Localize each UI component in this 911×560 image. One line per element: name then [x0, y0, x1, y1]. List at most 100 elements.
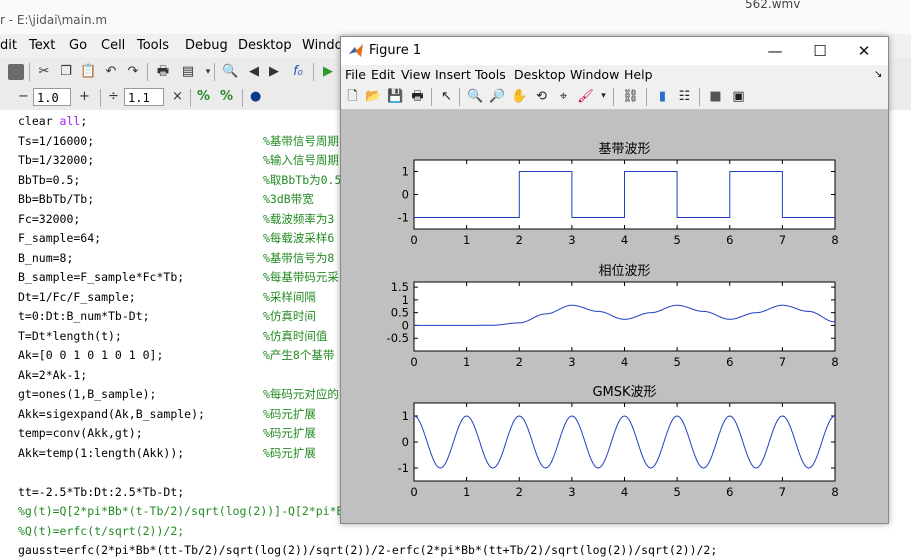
chart-title: GMSK波形 [592, 385, 656, 400]
colorbar-icon[interactable]: ▮ [654, 88, 671, 105]
code-line: gt=ones(1,B_sample); [18, 387, 157, 401]
fig-menu-desktop[interactable]: Desktop [514, 67, 566, 82]
function-icon[interactable]: f₀ [290, 64, 306, 80]
x-tick-label: 6 [726, 233, 733, 247]
edit-plot-arrow-icon[interactable]: ↖ [438, 88, 455, 105]
matlab-logo-icon [349, 44, 363, 57]
menu-text[interactable]: Text [29, 38, 55, 53]
editor-title: r - E:\jidai\main.m [0, 13, 108, 27]
taskbar-file-label[interactable]: 562.wmv [745, 0, 800, 11]
code-line: clear all; [18, 114, 88, 128]
menu-edit[interactable]: dit [0, 38, 17, 53]
x-tick-label: 4 [621, 485, 628, 499]
hide-plot-tools-icon[interactable]: ■ [707, 88, 724, 105]
x-tick-label: 4 [621, 233, 628, 247]
code-line: Ak=[0 0 1 0 1 0 1 0]; [18, 348, 164, 362]
run-icon[interactable]: ▶ [320, 64, 336, 80]
chart-title: 基带波形 [598, 142, 650, 157]
menu-go[interactable]: Go [69, 38, 87, 53]
forward-arrow-icon[interactable]: ▶ [266, 64, 282, 80]
menu-desktop[interactable]: Desktop [238, 38, 292, 53]
data-cursor-icon[interactable]: ⌖ [555, 88, 572, 105]
code-line: temp=conv(Akk,gt); [18, 426, 143, 440]
undo-icon[interactable]: ↶ [103, 64, 119, 80]
code-line: tt=-2.5*Tb:Dt:2.5*Tb-Dt; [18, 484, 185, 499]
zoom-out-icon[interactable]: 🔎 [489, 88, 506, 105]
save-figure-icon[interactable]: 💾 [387, 88, 404, 105]
x-tick-label: 1 [463, 485, 470, 499]
fig-menu-window[interactable]: Window [570, 67, 619, 82]
axes-box [413, 281, 836, 352]
new-figure-icon[interactable]: 🗋 [344, 88, 361, 105]
code-line: Bb=BbTb/Tb; [18, 192, 95, 206]
x-tick-label: 8 [831, 485, 838, 499]
menu-window[interactable]: Windo [302, 38, 343, 53]
code-line: BbTb=0.5; [18, 172, 81, 187]
cell-value-field-1[interactable]: 1.0 [33, 88, 71, 106]
menu-debug[interactable]: Debug [185, 38, 228, 53]
plot-area: 基带波形 0 1 2 3 4 5 6 7 8 1 0 -1 相位波形 0 1 2 3 4 5 6 7 8 1.5 1 0.5 0 -0… [341, 110, 888, 523]
brush-dropdown-icon[interactable]: ▾ [595, 88, 612, 105]
code-line: F_sample=64; [18, 231, 102, 245]
code-comment: %每码元对应的 [263, 387, 339, 401]
code-line: Akk=temp(1:length(Akk)); [18, 445, 185, 460]
fig-menu-tools[interactable]: Tools [475, 67, 506, 82]
rotate-3d-icon[interactable]: ⟲ [533, 88, 550, 105]
code-comment: %码元扩展 [263, 445, 316, 460]
show-plot-tools-icon[interactable]: ▣ [730, 88, 747, 105]
fig-menu-view[interactable]: View [401, 67, 431, 82]
help-info-icon[interactable]: ● [250, 89, 261, 105]
code-comment: %仿真时间值 [263, 328, 328, 343]
print-icon[interactable]: 🖶 [155, 64, 171, 80]
divide-button[interactable]: ÷ [108, 89, 119, 105]
code-comment: %采样间隔 [263, 289, 316, 304]
cell-uncomment-icon[interactable]: % [220, 89, 233, 105]
print-figure-icon[interactable]: 🖶 [409, 88, 426, 105]
toolbar-separator [147, 63, 148, 81]
fig-menu-file[interactable]: File [345, 67, 366, 82]
open-file-icon[interactable]: 📂 [365, 88, 382, 105]
zoom-in-icon[interactable]: 🔍 [467, 88, 484, 105]
code-line: Dt=1/Fc/F_sample; [18, 289, 136, 304]
fig-menu-insert[interactable]: Insert [435, 67, 471, 82]
code-comment: %每基带码元采 [263, 270, 339, 284]
cell-value-field-2[interactable]: 1.1 [124, 88, 164, 106]
fig-menu-help[interactable]: Help [624, 67, 653, 82]
menu-tools[interactable]: Tools [137, 38, 169, 53]
save-icon[interactable] [8, 64, 24, 80]
legend-icon[interactable]: ☷ [676, 88, 693, 105]
x-tick-label: 8 [831, 355, 838, 369]
dock-arrow-icon[interactable]: ↘ [874, 69, 882, 80]
back-arrow-icon[interactable]: ◀ [246, 64, 262, 80]
find-icon[interactable]: 🔍 [222, 64, 238, 80]
minimize-button[interactable]: — [755, 39, 795, 63]
keyword-all: all [59, 114, 81, 128]
toolbar-separator [699, 88, 700, 106]
code-comment: %每载波采样6 [263, 231, 335, 245]
fig-menu-edit[interactable]: Edit [371, 67, 395, 82]
x-tick-label: 0 [410, 355, 417, 369]
pan-hand-icon[interactable]: ✋ [511, 88, 528, 105]
toolbar-separator [459, 88, 460, 106]
decrement-button[interactable]: − [18, 89, 29, 105]
brush-icon[interactable]: 🖌 [577, 88, 594, 105]
code-comment: %基带信号为8 [263, 250, 335, 265]
cut-icon[interactable]: ✂ [36, 64, 52, 80]
redo-icon[interactable]: ↷ [125, 64, 141, 80]
maximize-button[interactable]: ☐ [800, 39, 840, 63]
multiply-button[interactable]: × [172, 89, 183, 105]
x-tick-label: 2 [516, 485, 523, 499]
link-plot-icon[interactable]: ⛓ [622, 88, 639, 105]
increment-button[interactable]: + [79, 89, 90, 105]
code-comment: %3dB带宽 [263, 192, 314, 206]
copy-icon[interactable]: ❐ [58, 64, 74, 80]
toolbar-separator [313, 63, 314, 81]
paste-icon[interactable]: 📋 [80, 64, 96, 80]
menu-cell[interactable]: Cell [101, 38, 125, 53]
cell-percent-icon[interactable]: % [197, 89, 210, 105]
x-tick-label: 3 [568, 355, 575, 369]
y-tick-label: -1 [398, 461, 409, 475]
close-button[interactable]: ✕ [844, 39, 884, 63]
y-tick-label: 0 [402, 188, 409, 202]
page-setup-icon[interactable]: ▤ [180, 64, 196, 80]
